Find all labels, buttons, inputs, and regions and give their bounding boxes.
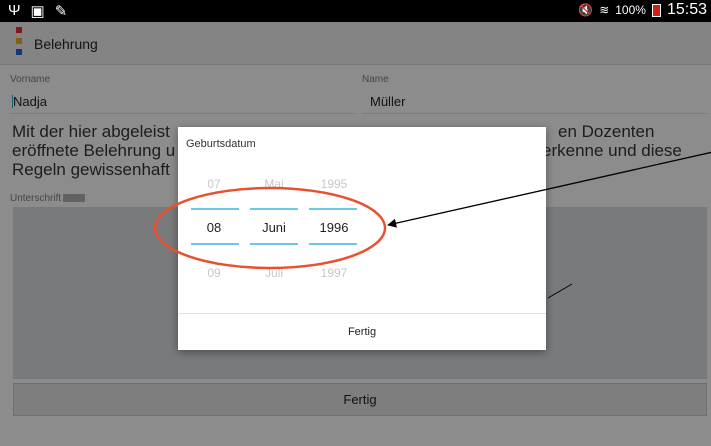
annotation-line [547,283,573,299]
annotation-arrow [387,151,711,228]
annotation-overlay [153,151,711,299]
annotation-ellipse [153,186,387,270]
